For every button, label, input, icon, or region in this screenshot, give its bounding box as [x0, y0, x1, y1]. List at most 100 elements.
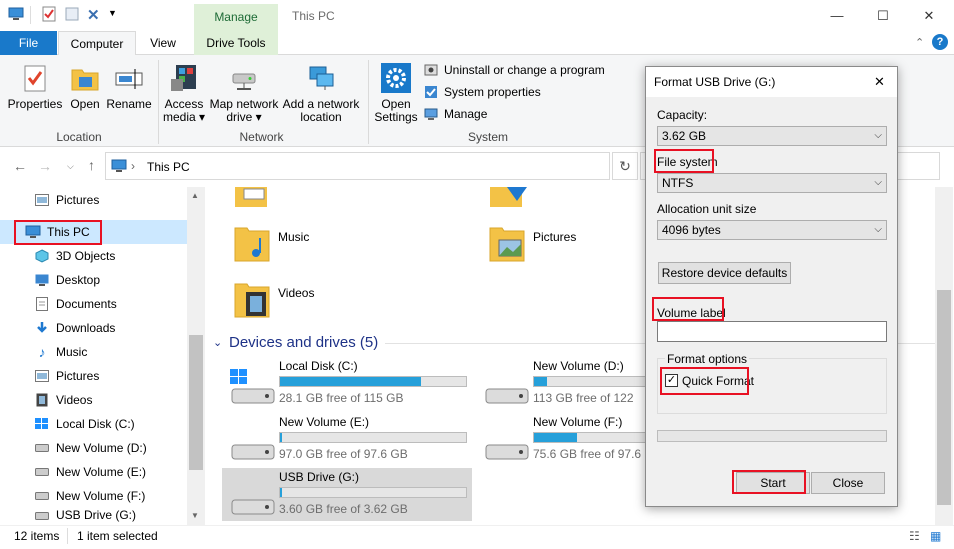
system-properties-button[interactable]: System properties — [423, 84, 541, 100]
folder-videos[interactable]: Videos — [234, 278, 314, 321]
scroll-down-icon[interactable]: ▼ — [191, 511, 199, 520]
open-settings-button[interactable]: Open Settings — [372, 62, 420, 124]
manage-computer-icon — [423, 106, 439, 122]
drive-name: USB Drive (G:) — [279, 470, 360, 484]
ribbon-divider — [368, 60, 369, 144]
nav-item-new-volume-f[interactable]: New Volume (F:) — [0, 484, 187, 508]
nav-label: Documents — [56, 297, 117, 311]
file-system-dropdown[interactable]: NTFS ⌵ — [657, 173, 887, 193]
folder-label: Videos — [278, 285, 315, 300]
recent-locations-icon[interactable]: ⌵ — [67, 161, 74, 172]
ribbon-collapse-icon[interactable]: ⌃ — [915, 36, 924, 49]
tab-view[interactable]: View — [138, 31, 188, 55]
scroll-up-icon[interactable]: ▲ — [191, 191, 199, 200]
add-network-location-button[interactable]: Add a network location — [281, 62, 361, 124]
nav-item-downloads[interactable]: Downloads — [0, 316, 187, 340]
allocation-unit-label: Allocation unit size — [657, 202, 757, 216]
forward-arrow-icon[interactable]: → — [38, 158, 52, 174]
drive-icon — [482, 425, 530, 463]
chevron-down-icon: ⌵ — [874, 224, 882, 235]
map-network-drive-button[interactable]: Map network drive ▾ — [207, 62, 281, 124]
back-arrow-icon[interactable]: ← — [13, 158, 27, 174]
minimize-button[interactable]: — — [814, 0, 860, 31]
nav-item-pictures[interactable]: Pictures — [0, 364, 187, 388]
refresh-icon[interactable]: ↻ — [612, 152, 638, 180]
details-view-icon[interactable]: ☷ — [909, 529, 920, 543]
open-button[interactable]: Open — [64, 62, 106, 111]
selection-count: 1 item selected — [77, 529, 158, 543]
settings-gear-icon — [380, 62, 412, 94]
drive-tile-c[interactable]: Local Disk (C:) 28.1 GB free of 115 GB — [222, 357, 472, 407]
capacity-dropdown[interactable]: 3.62 GB ⌵ — [657, 126, 887, 146]
drive-name: New Volume (F:) — [533, 415, 623, 429]
nav-item-videos[interactable]: Videos — [0, 388, 187, 412]
nav-item-pictures-quick[interactable]: Pictures — [0, 188, 187, 212]
nav-item-desktop[interactable]: Desktop — [0, 268, 187, 292]
manage-context-tab[interactable]: Manage — [194, 4, 278, 31]
rename-button[interactable]: Rename — [106, 62, 152, 111]
highlight-quick-format — [660, 367, 749, 395]
drive-tile-g[interactable]: USB Drive (G:) 3.60 GB free of 3.62 GB — [222, 468, 472, 521]
tab-file[interactable]: File — [0, 31, 57, 55]
nav-item-usb-drive-g[interactable]: USB Drive (G:) — [0, 508, 187, 524]
nav-item-local-disk-c[interactable]: Local Disk (C:) — [0, 412, 187, 436]
group-collapse-chevron-icon[interactable]: ⌄ — [213, 336, 222, 349]
nav-item-new-volume-d[interactable]: New Volume (D:) — [0, 436, 187, 460]
properties-button[interactable]: Properties — [6, 62, 64, 111]
allocation-unit-dropdown[interactable]: 4096 bytes ⌵ — [657, 220, 887, 240]
close-window-button[interactable]: ✕ — [906, 0, 952, 31]
help-icon[interactable]: ? — [932, 34, 948, 50]
qat-divider — [30, 6, 31, 24]
folder-pictures[interactable]: Pictures — [489, 222, 576, 265]
nav-scroll-thumb[interactable] — [189, 335, 203, 470]
nav-label: USB Drive (G:) — [56, 508, 137, 522]
group-label-network: Network — [239, 130, 284, 144]
nav-item-new-volume-e[interactable]: New Volume (E:) — [0, 460, 187, 484]
add-location-label-line2: location — [300, 110, 342, 124]
breadcrumb-this-pc[interactable]: This PC — [147, 160, 190, 174]
volume-label-input[interactable] — [657, 321, 887, 342]
properties-qat-icon[interactable] — [42, 6, 56, 25]
manage-button[interactable]: Manage — [423, 106, 487, 122]
nav-item-documents[interactable]: Documents — [0, 292, 187, 316]
nav-item-music[interactable]: ♪ Music — [0, 340, 187, 364]
nav-label: 3D Objects — [56, 249, 116, 263]
tiles-view-icon[interactable]: ▦ — [930, 529, 941, 543]
devices-group-header[interactable]: Devices and drives (5) — [229, 334, 378, 351]
window-title: This PC — [292, 9, 335, 23]
rename-icon — [113, 62, 145, 94]
breadcrumb-separator[interactable]: › — [131, 159, 135, 173]
format-options-label: Format options — [665, 352, 750, 366]
close-button[interactable]: Close — [811, 472, 885, 494]
highlight-file-system — [654, 149, 714, 173]
delete-qat-icon[interactable]: ✕ — [87, 6, 100, 24]
tab-drive-tools[interactable]: Drive Tools — [194, 31, 278, 55]
qat-customize-icon[interactable]: ▼ — [108, 8, 117, 18]
up-arrow-icon[interactable]: ↑ — [88, 157, 95, 173]
item-count: 12 items — [14, 529, 60, 543]
drive-tile-d[interactable]: New Volume (D:) 113 GB free of 122 GB — [476, 357, 648, 407]
drive-tile-e[interactable]: New Volume (E:) 97.0 GB free of 97.6 GB — [222, 413, 472, 463]
folder-music[interactable]: Music — [234, 222, 309, 265]
tab-computer[interactable]: Computer — [58, 31, 136, 56]
nav-item-3d-objects[interactable]: 3D Objects — [0, 244, 187, 268]
drive-usage-bar — [533, 432, 648, 443]
restore-defaults-button[interactable]: Restore device defaults — [658, 262, 791, 284]
dialog-close-icon[interactable]: ✕ — [874, 74, 885, 90]
content-scroll-thumb[interactable] — [937, 290, 951, 505]
music-icon: ♪ — [38, 344, 46, 360]
windows-drive-icon — [34, 416, 50, 432]
drive-tile-f[interactable]: New Volume (F:) 75.6 GB free of 97.6 GB — [476, 413, 648, 463]
drive-name: New Volume (D:) — [533, 359, 624, 373]
maximize-button[interactable]: ☐ — [860, 0, 906, 31]
address-pc-icon — [111, 159, 127, 176]
ribbon-divider — [158, 60, 159, 144]
drive-usage-fill — [280, 433, 282, 442]
new-folder-qat-icon[interactable] — [65, 7, 79, 24]
highlight-volume-label — [652, 297, 724, 321]
access-media-button[interactable]: Access media ▾ — [162, 62, 206, 124]
uninstall-program-button[interactable]: Uninstall or change a program — [423, 62, 605, 78]
nav-label: Desktop — [56, 273, 101, 287]
network-location-icon — [305, 62, 337, 94]
file-system-value: NTFS — [662, 176, 694, 190]
